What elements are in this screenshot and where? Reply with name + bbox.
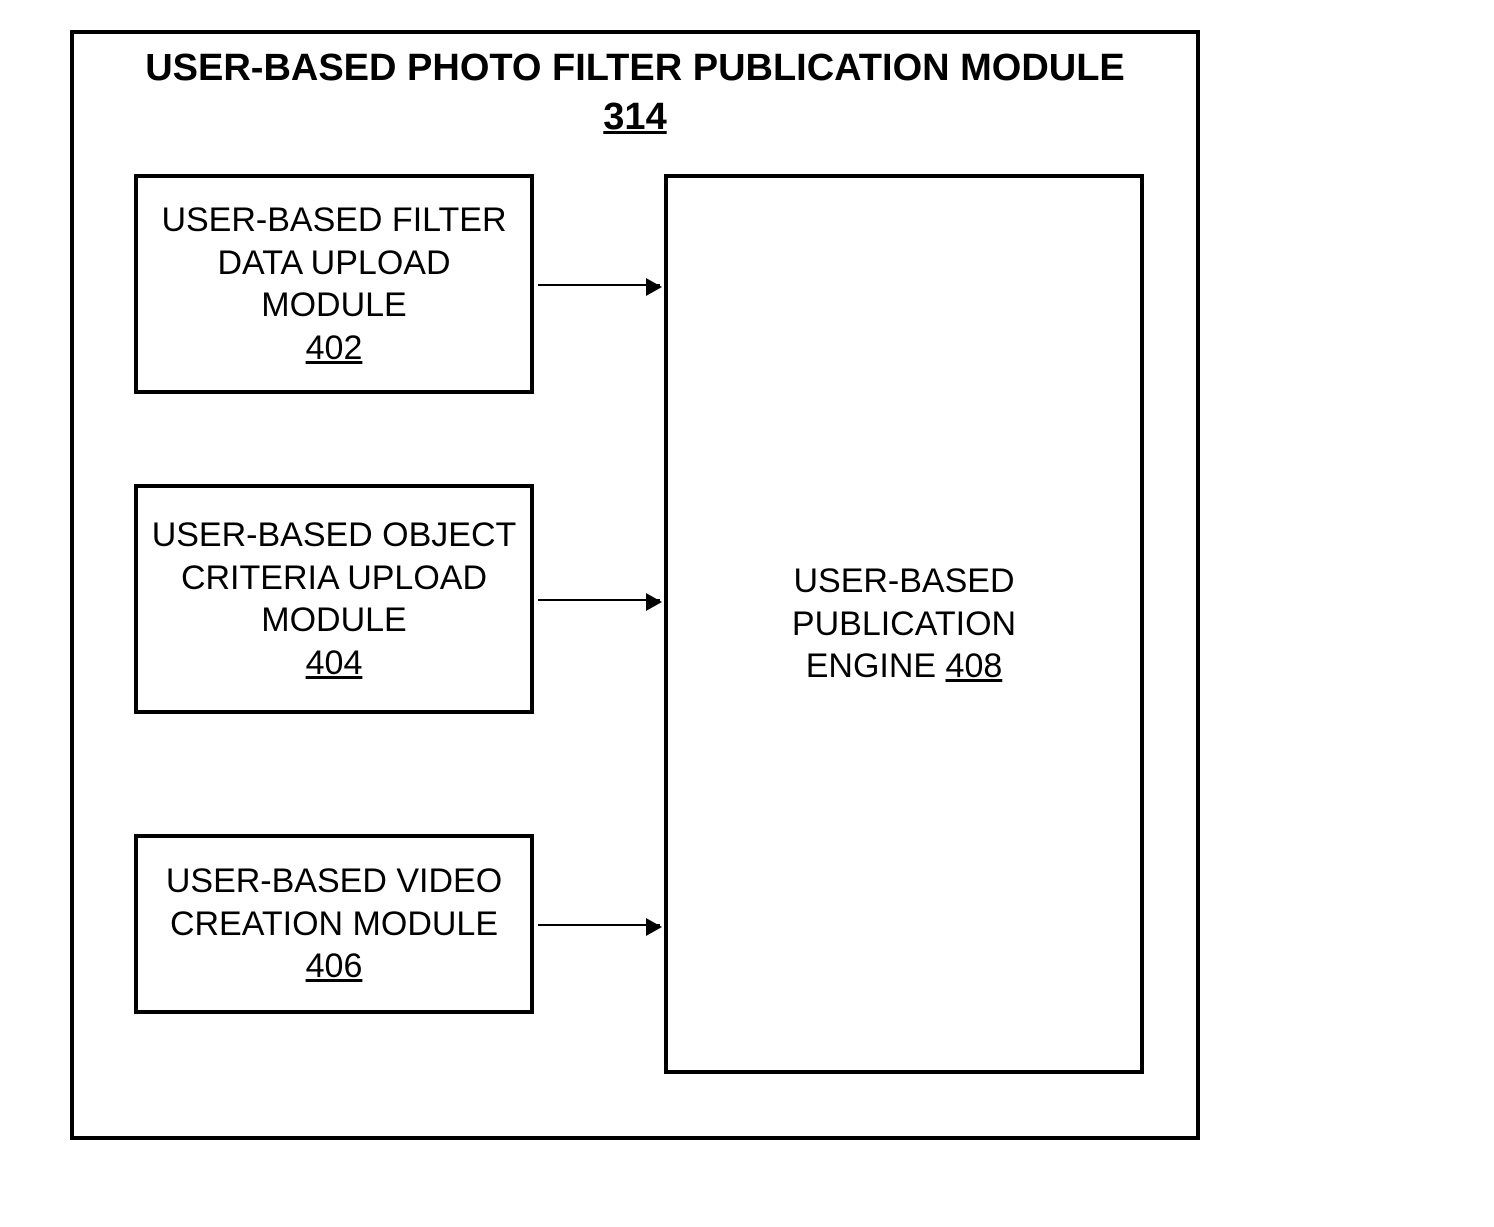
publication-engine-ref: 408: [946, 647, 1003, 685]
object-criteria-upload-module: USER-BASED OBJECT CRITERIA UPLOAD MODULE…: [134, 484, 534, 714]
publication-engine-line2: PUBLICATION: [792, 605, 1016, 643]
video-creation-ref: 406: [306, 947, 363, 985]
main-module-ref: 314: [74, 93, 1196, 142]
filter-data-upload-module: USER-BASED FILTER DATA UPLOAD MODULE 402: [134, 174, 534, 394]
filter-data-upload-label: USER-BASED FILTER DATA UPLOAD MODULE: [161, 201, 506, 324]
arrow-filter-to-engine: [538, 284, 660, 286]
object-criteria-upload-label: USER-BASED OBJECT CRITERIA UPLOAD MODULE: [152, 516, 517, 639]
arrow-video-to-engine: [538, 924, 660, 926]
object-criteria-upload-ref: 404: [306, 644, 363, 682]
filter-data-upload-ref: 402: [306, 329, 363, 367]
video-creation-label: USER-BASED VIDEO CREATION MODULE: [166, 862, 502, 943]
video-creation-module: USER-BASED VIDEO CREATION MODULE 406: [134, 834, 534, 1014]
main-module-title: USER-BASED PHOTO FILTER PUBLICATION MODU…: [74, 44, 1196, 93]
arrow-criteria-to-engine: [538, 599, 660, 601]
publication-engine-line3-prefix: ENGINE: [806, 647, 946, 685]
main-module-container: USER-BASED PHOTO FILTER PUBLICATION MODU…: [70, 30, 1200, 1140]
publication-engine-line1: USER-BASED: [793, 562, 1014, 600]
main-module-title-block: USER-BASED PHOTO FILTER PUBLICATION MODU…: [74, 34, 1196, 143]
publication-engine: USER-BASED PUBLICATION ENGINE 408: [664, 174, 1144, 1074]
